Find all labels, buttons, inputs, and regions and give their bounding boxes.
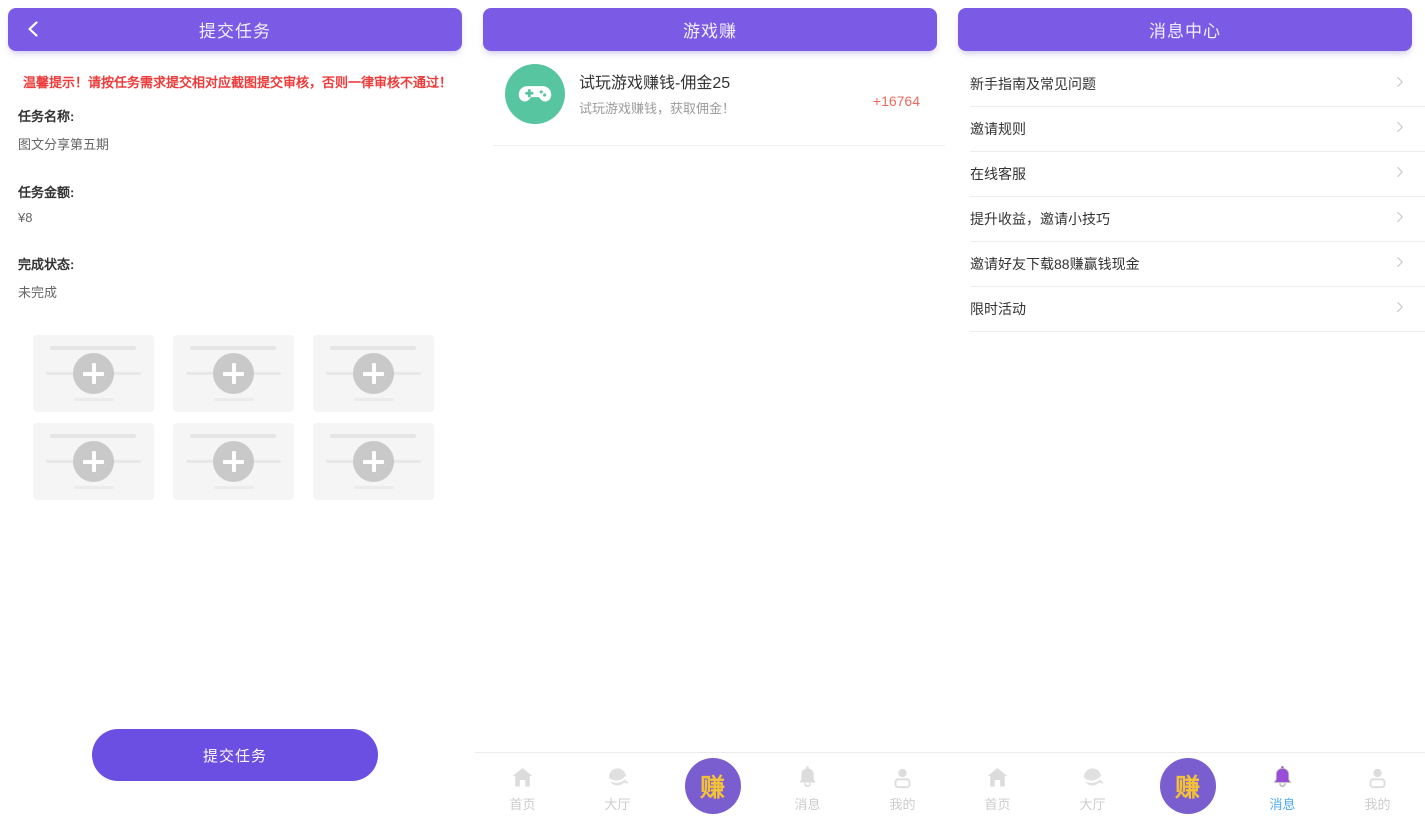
menu-item-limited-event[interactable]: 限时活动 bbox=[970, 287, 1425, 332]
bell-icon-active bbox=[1269, 762, 1296, 792]
upload-slot[interactable] bbox=[33, 335, 154, 412]
tabbar: 首页 大厅 赚 bbox=[950, 752, 1425, 827]
add-image-icon bbox=[73, 353, 114, 394]
task-status-value: 未完成 bbox=[18, 282, 457, 301]
tab-hall-label: 大厅 bbox=[1079, 794, 1105, 813]
placeholder-line bbox=[214, 486, 254, 489]
game-list-item[interactable]: 试玩游戏赚钱-佣金25 试玩游戏赚钱，获取佣金！ +16764 bbox=[475, 51, 950, 146]
home-icon bbox=[509, 762, 536, 792]
tab-home-label: 首页 bbox=[509, 794, 535, 813]
tab-messages-active[interactable]: 消息 bbox=[1235, 753, 1330, 827]
placeholder-line bbox=[190, 434, 276, 438]
warning-text: 温馨提示！请按任务需求提交相对应截图提交审核，否则一律审核不通过！ bbox=[18, 73, 457, 92]
header-submit-task: 提交任务 bbox=[8, 8, 462, 51]
placeholder-line bbox=[330, 346, 416, 350]
chevron-right-icon bbox=[1391, 73, 1409, 96]
add-image-icon bbox=[213, 353, 254, 394]
tab-profile[interactable]: 我的 bbox=[1330, 753, 1425, 827]
gamepad-icon bbox=[505, 64, 565, 124]
upload-slot[interactable] bbox=[173, 423, 294, 500]
task-amount-label: 任务金额: bbox=[18, 182, 457, 201]
tab-hall-label: 大厅 bbox=[604, 794, 630, 813]
tab-home[interactable]: 首页 bbox=[950, 753, 1045, 827]
chevron-right-icon bbox=[1391, 253, 1409, 276]
tab-hall[interactable]: 大厅 bbox=[1045, 753, 1140, 827]
chevron-right-icon bbox=[1391, 118, 1409, 141]
page-title: 提交任务 bbox=[199, 17, 271, 42]
placeholder-line bbox=[190, 346, 276, 350]
game-item-subtitle: 试玩游戏赚钱，获取佣金！ bbox=[579, 98, 735, 117]
screen-message-center: 消息中心 新手指南及常见问题 邀请规则 在线客服 提升收益，邀请小技巧 邀请好友… bbox=[950, 0, 1425, 827]
add-image-icon bbox=[353, 441, 394, 482]
tab-messages[interactable]: 消息 bbox=[760, 753, 855, 827]
message-menu-list: 新手指南及常见问题 邀请规则 在线客服 提升收益，邀请小技巧 邀请好友下载88赚… bbox=[950, 62, 1425, 332]
page-title: 消息中心 bbox=[1149, 17, 1221, 42]
screen-submit-task: 提交任务 温馨提示！请按任务需求提交相对应截图提交审核，否则一律审核不通过！ 任… bbox=[0, 0, 475, 827]
game-item-title: 试玩游戏赚钱-佣金25 bbox=[579, 69, 730, 93]
tab-earn-center[interactable]: 赚 bbox=[665, 753, 760, 827]
bell-icon bbox=[794, 762, 821, 792]
menu-item-invite-friends[interactable]: 邀请好友下载88赚赢钱现金 bbox=[970, 242, 1425, 287]
tab-home-label: 首页 bbox=[984, 794, 1010, 813]
chevron-right-icon bbox=[1391, 298, 1409, 321]
commission-badge: +16764 bbox=[873, 93, 920, 109]
menu-item-customer-service[interactable]: 在线客服 bbox=[970, 152, 1425, 197]
task-name-field: 任务名称: 图文分享第五期 bbox=[18, 106, 457, 153]
earn-button[interactable]: 赚 bbox=[685, 758, 741, 814]
tab-earn-center[interactable]: 赚 bbox=[1140, 753, 1235, 827]
header-message-center: 消息中心 bbox=[958, 8, 1412, 51]
task-name-value: 图文分享第五期 bbox=[18, 134, 457, 153]
tab-home[interactable]: 首页 bbox=[475, 753, 570, 827]
screenshot-upload-grid bbox=[33, 335, 435, 500]
tab-messages-label: 消息 bbox=[794, 794, 820, 813]
app-root: 提交任务 温馨提示！请按任务需求提交相对应截图提交审核，否则一律审核不通过！ 任… bbox=[0, 0, 1425, 827]
chevron-right-icon bbox=[1391, 208, 1409, 231]
placeholder-line bbox=[50, 346, 136, 350]
home-icon bbox=[984, 762, 1011, 792]
placeholder-line bbox=[74, 486, 114, 489]
tab-messages-label: 消息 bbox=[1269, 794, 1295, 813]
add-image-icon bbox=[213, 441, 254, 482]
tabbar: 首页 大厅 赚 bbox=[475, 752, 950, 827]
page-title: 游戏赚 bbox=[683, 17, 737, 42]
earn-button[interactable]: 赚 bbox=[1160, 758, 1216, 814]
profile-icon bbox=[1364, 762, 1391, 792]
placeholder-line bbox=[50, 434, 136, 438]
screen-game-earn: 游戏赚 试玩游戏赚钱-佣金25 试玩游戏赚钱，获取佣金！ +16764 bbox=[475, 0, 950, 827]
placeholder-line bbox=[330, 434, 416, 438]
task-status-label: 完成状态: bbox=[18, 254, 457, 273]
menu-item-invite-rules[interactable]: 邀请规则 bbox=[970, 107, 1425, 152]
tab-profile-label: 我的 bbox=[889, 794, 915, 813]
submit-task-button[interactable]: 提交任务 bbox=[92, 729, 378, 781]
placeholder-line bbox=[74, 398, 114, 401]
upload-slot[interactable] bbox=[313, 335, 434, 412]
menu-item-tips[interactable]: 提升收益，邀请小技巧 bbox=[970, 197, 1425, 242]
placeholder-line bbox=[214, 398, 254, 401]
header-game-earn: 游戏赚 bbox=[483, 8, 937, 51]
divider bbox=[493, 145, 945, 146]
hall-icon bbox=[1079, 762, 1106, 792]
task-amount-field: 任务金额: ¥8 bbox=[18, 182, 457, 225]
task-amount-value: ¥8 bbox=[18, 210, 457, 225]
chevron-right-icon bbox=[1391, 163, 1409, 186]
tab-profile-label: 我的 bbox=[1364, 794, 1390, 813]
upload-slot[interactable] bbox=[313, 423, 434, 500]
task-name-label: 任务名称: bbox=[18, 106, 457, 125]
placeholder-line bbox=[354, 398, 394, 401]
tab-hall[interactable]: 大厅 bbox=[570, 753, 665, 827]
task-fields: 任务名称: 图文分享第五期 任务金额: ¥8 完成状态: 未完成 bbox=[18, 106, 457, 301]
add-image-icon bbox=[73, 441, 114, 482]
back-icon[interactable] bbox=[22, 17, 46, 41]
hall-icon bbox=[604, 762, 631, 792]
tab-profile[interactable]: 我的 bbox=[855, 753, 950, 827]
profile-icon bbox=[889, 762, 916, 792]
add-image-icon bbox=[353, 353, 394, 394]
menu-item-guide[interactable]: 新手指南及常见问题 bbox=[970, 62, 1425, 107]
upload-slot[interactable] bbox=[173, 335, 294, 412]
upload-slot[interactable] bbox=[33, 423, 154, 500]
placeholder-line bbox=[354, 486, 394, 489]
task-status-field: 完成状态: 未完成 bbox=[18, 254, 457, 301]
